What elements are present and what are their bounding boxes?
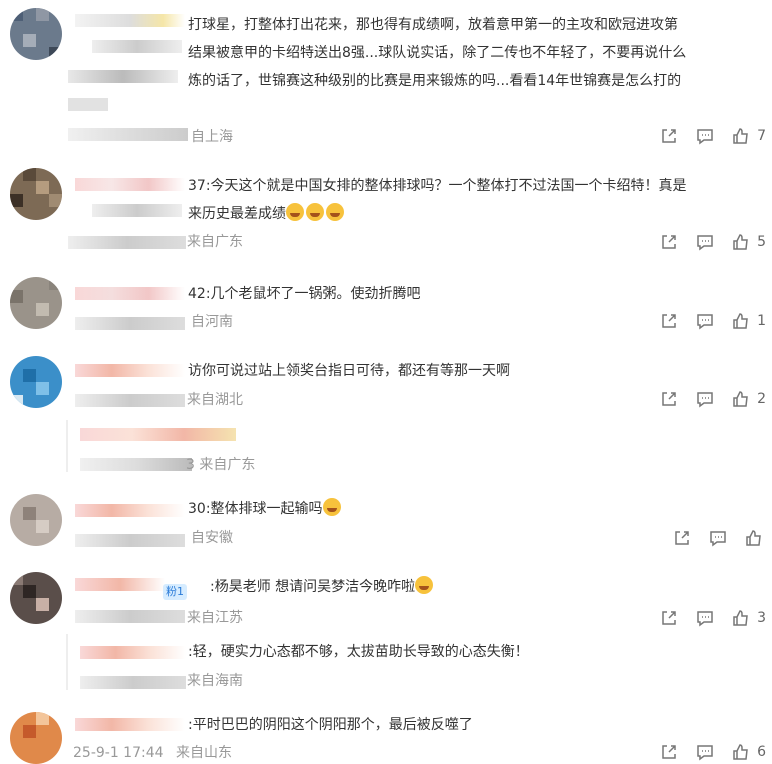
comment-button[interactable]: [708, 528, 728, 548]
laugh-cry-emoji: [326, 203, 344, 221]
avatar[interactable]: [10, 356, 62, 408]
share-icon: [662, 314, 676, 328]
laugh-cry-emoji: [286, 203, 304, 221]
like-button[interactable]: 1: [731, 311, 766, 331]
thumbs-up-icon: [733, 313, 748, 329]
comment-location: 自安徽: [191, 530, 233, 546]
comment-icon: [697, 129, 713, 145]
share-button[interactable]: [659, 389, 679, 409]
thumbs-up-icon: [746, 530, 761, 546]
comment-text-line: 来历史最差成绩: [188, 202, 346, 226]
comment-location: 自上海: [191, 129, 233, 145]
comment-button[interactable]: [695, 126, 715, 146]
thumbs-up-icon: [733, 128, 748, 144]
share-button[interactable]: [672, 528, 692, 548]
thumbs-up-icon: [733, 610, 748, 626]
comment-location: 来自山东: [176, 745, 232, 761]
comment-icon: [697, 611, 713, 627]
laugh-cry-emoji: [306, 203, 324, 221]
comment-text-line: 访你可说过站上领奖台指日可待，都还有等那一天啊: [188, 363, 510, 379]
like-count: 6: [757, 744, 766, 760]
comment-button[interactable]: [695, 742, 715, 762]
avatar[interactable]: [10, 494, 62, 546]
like-count: 3: [757, 610, 766, 626]
share-icon: [662, 611, 676, 625]
comment-text-line: 结果被意甲的卡绍特送出8强...球队说实话，除了二传也不年轻了，不要再说什么: [188, 45, 687, 61]
comment-date: 25-9-1 17:44: [73, 745, 164, 761]
thumbs-up-icon: [733, 234, 748, 250]
like-count: 2: [757, 391, 766, 407]
reply-text: :轻，硬实力心态都不够，太拔苗助长导致的心态失衡！: [188, 644, 529, 660]
comment-text-line: 42:几个老鼠坏了一锅粥。使劲折腾吧: [188, 286, 421, 302]
comment-icon: [697, 745, 713, 761]
crying-emoji: [415, 576, 434, 594]
avatar[interactable]: [10, 712, 62, 764]
comment-text-line: 打球星，打整体打出花来，那也得有成绩啊，放着意甲第一的主攻和欧冠进攻第: [188, 17, 678, 33]
comment-location: 自河南: [191, 314, 233, 330]
like-button[interactable]: 2: [731, 389, 766, 409]
like-button[interactable]: 7: [731, 126, 766, 146]
share-button[interactable]: [659, 126, 679, 146]
avatar[interactable]: [10, 572, 62, 624]
comment-button[interactable]: [695, 608, 715, 628]
share-button[interactable]: [659, 232, 679, 252]
comment-icon: [710, 531, 726, 547]
comment-location: 来自湖北: [187, 392, 243, 408]
share-button[interactable]: [659, 311, 679, 331]
reply-location: 3 来自广东: [186, 457, 256, 473]
share-button[interactable]: [659, 608, 679, 628]
like-count: 5: [757, 234, 766, 250]
cat-emoji: [322, 498, 341, 516]
share-icon: [662, 129, 676, 143]
avatar[interactable]: [10, 168, 62, 220]
avatar[interactable]: [10, 8, 62, 60]
comment-icon: [697, 235, 713, 251]
comment-icon: [697, 314, 713, 330]
share-icon: [675, 531, 689, 545]
share-icon: [662, 392, 676, 406]
comment-text-line: 炼的话了，世锦赛这种级别的比赛是用来锻炼的吗...看看14年世锦赛是怎么打的: [188, 73, 682, 89]
fan-badge: 粉1: [163, 580, 187, 600]
like-button[interactable]: [744, 528, 770, 548]
comment-button[interactable]: [695, 311, 715, 331]
comment-location: 来自广东: [187, 234, 243, 250]
comment-text-line: 30:整体排球一起输吗: [188, 497, 343, 521]
share-icon: [662, 235, 676, 249]
share-icon: [662, 745, 676, 759]
comment-button[interactable]: [695, 389, 715, 409]
share-button[interactable]: [659, 742, 679, 762]
avatar[interactable]: [10, 277, 62, 329]
comment-button[interactable]: [695, 232, 715, 252]
comment-text-line: :杨昊老师 想请问吴梦洁今晚咋啦: [210, 575, 435, 599]
like-button[interactable]: 6: [731, 742, 766, 762]
like-button[interactable]: 3: [731, 608, 766, 628]
username-blur: [75, 14, 185, 27]
reply-location: 来自海南: [187, 673, 243, 689]
comment-location: 来自江苏: [187, 610, 243, 626]
comment-text-line: :平时巴巴的阴阳这个阴阳那个，最后被反噬了: [188, 717, 473, 733]
like-button[interactable]: 5: [731, 232, 766, 252]
like-count: 7: [757, 128, 766, 144]
comment-text-line: 37:今天这个就是中国女排的整体排球吗？一个整体打不过法国一个卡绍特！真是: [188, 178, 687, 194]
thumbs-up-icon: [733, 391, 748, 407]
thumbs-up-icon: [733, 744, 748, 760]
like-count: 1: [757, 313, 766, 329]
comment-icon: [697, 392, 713, 408]
